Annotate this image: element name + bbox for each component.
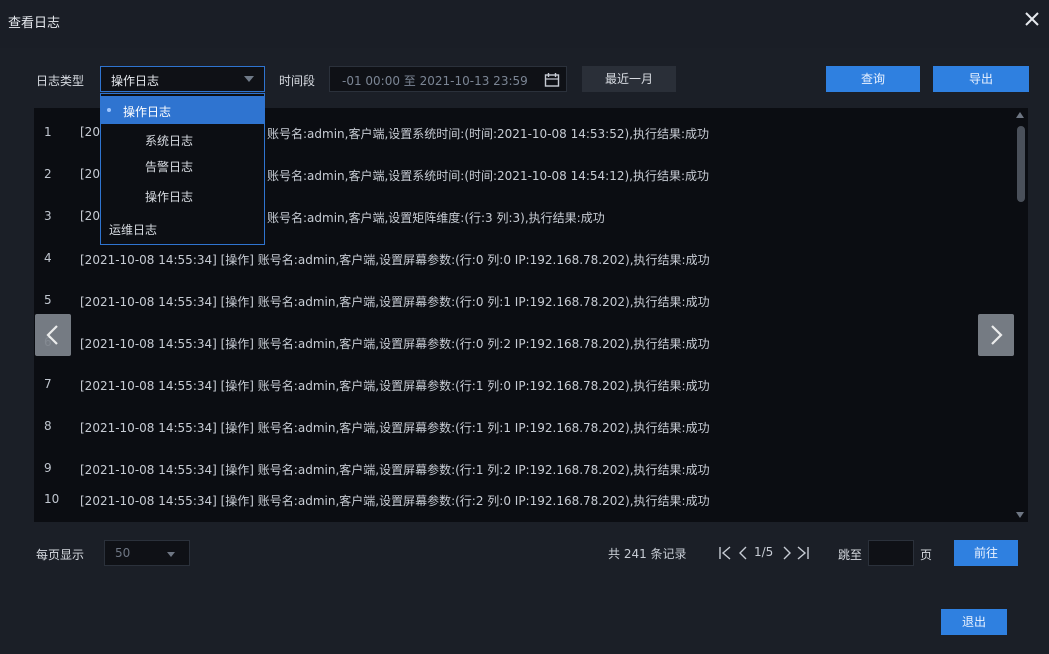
row-index: 3 xyxy=(44,209,52,223)
page-size-value: 50 xyxy=(115,546,131,560)
row-text: [2021-10-08 14:55:34] [操作] 账号名:admin,客户端… xyxy=(80,463,710,477)
chevron-right-icon xyxy=(991,325,1003,345)
log-type-dropdown[interactable]: 操作日志 系统日志 告警日志 操作日志 运维日志 xyxy=(100,93,265,245)
scroll-up-arrow-icon[interactable] xyxy=(1016,112,1024,118)
row-prefix: [20 xyxy=(80,209,100,223)
log-type-value: 操作日志 xyxy=(111,74,160,88)
dropdown-item-alarm-log[interactable]: 告警日志 xyxy=(101,154,264,182)
prev-arrow-button[interactable] xyxy=(35,314,71,356)
log-row[interactable]: 5 [2021-10-08 14:55:34] [操作] 账号名:admin,客… xyxy=(34,280,1014,322)
last-page-icon[interactable] xyxy=(796,546,810,560)
row-text: 账号名:admin,客户端,设置系统时间:(时间:2021-10-08 14:5… xyxy=(267,127,710,141)
export-button[interactable]: 导出 xyxy=(933,66,1029,92)
dropdown-item-label: 告警日志 xyxy=(145,160,194,174)
row-text: [2021-10-08 14:55:34] [操作] 账号名:admin,客户端… xyxy=(80,337,710,351)
calendar-icon[interactable] xyxy=(544,72,560,87)
per-page-label: 每页显示 xyxy=(36,548,85,562)
row-index: 7 xyxy=(44,377,52,391)
title-bar: 查看日志 xyxy=(0,0,1049,48)
exit-button[interactable]: 退出 xyxy=(941,609,1007,635)
dropdown-item-operation-log-2[interactable]: 操作日志 xyxy=(101,186,264,214)
dropdown-item-system-log[interactable]: 系统日志 xyxy=(101,124,264,152)
chevron-down-icon xyxy=(244,76,254,82)
row-text: [2021-10-08 14:55:34] [操作] 账号名:admin,客户端… xyxy=(80,494,710,508)
first-page-icon[interactable] xyxy=(718,546,732,560)
row-text: [2021-10-08 14:55:34] [操作] 账号名:admin,客户端… xyxy=(80,295,710,309)
log-row[interactable]: 10 [2021-10-08 14:55:34] [操作] 账号名:admin,… xyxy=(34,479,1014,521)
row-prefix: [20 xyxy=(80,125,100,139)
jump-label: 跳至 xyxy=(838,548,863,562)
chevron-down-icon xyxy=(167,552,175,557)
dropdown-item-operation-log[interactable]: 操作日志 xyxy=(101,96,264,124)
log-row[interactable]: 8 [2021-10-08 14:55:34] [操作] 账号名:admin,客… xyxy=(34,406,1014,448)
log-type-label: 日志类型 xyxy=(36,74,85,88)
window-title: 查看日志 xyxy=(8,16,61,31)
chevron-left-icon xyxy=(46,325,58,345)
jump-page-input[interactable] xyxy=(868,540,914,566)
dropdown-item-label: 运维日志 xyxy=(109,223,158,237)
log-type-select[interactable]: 操作日志 xyxy=(100,66,265,92)
row-index: 10 xyxy=(44,492,60,506)
date-range-picker[interactable]: -01 00:00 至 2021-10-13 23:59 xyxy=(329,66,567,92)
row-text: [2021-10-08 14:55:34] [操作] 账号名:admin,客户端… xyxy=(80,253,710,267)
log-row[interactable]: 6 [2021-10-08 14:55:34] [操作] 账号名:admin,客… xyxy=(34,322,1014,364)
next-arrow-button[interactable] xyxy=(978,314,1014,356)
row-text: [2021-10-08 14:55:34] [操作] 账号名:admin,客户端… xyxy=(80,421,710,435)
dropdown-item-label: 操作日志 xyxy=(123,105,172,119)
row-index: 4 xyxy=(44,251,52,265)
query-button[interactable]: 查询 xyxy=(826,66,920,92)
page-indicator: 1/5 xyxy=(754,545,774,559)
row-index: 9 xyxy=(44,461,52,475)
prev-page-icon[interactable] xyxy=(737,546,749,560)
page-unit-label: 页 xyxy=(920,548,933,562)
row-text: 账号名:admin,客户端,设置矩阵维度:(行:3 列:3),执行结果:成功 xyxy=(267,211,605,225)
row-index: 8 xyxy=(44,419,52,433)
go-button[interactable]: 前往 xyxy=(954,540,1018,566)
date-range-text: -01 00:00 至 2021-10-13 23:59 xyxy=(342,74,528,88)
record-count: 共 241 条记录 xyxy=(608,547,687,561)
log-row[interactable]: 7 [2021-10-08 14:55:34] [操作] 账号名:admin,客… xyxy=(34,364,1014,406)
row-index: 2 xyxy=(44,167,52,181)
next-page-icon[interactable] xyxy=(781,546,793,560)
scrollbar-thumb[interactable] xyxy=(1017,126,1025,202)
close-icon[interactable] xyxy=(1021,8,1043,30)
dropdown-item-maintenance-log[interactable]: 运维日志 xyxy=(101,216,264,244)
log-scrollbar[interactable] xyxy=(1014,108,1028,522)
selected-dot-icon xyxy=(107,108,111,112)
dropdown-item-label: 操作日志 xyxy=(145,190,194,204)
page-size-select[interactable]: 50 xyxy=(104,540,190,566)
recent-month-button[interactable]: 最近一月 xyxy=(582,66,676,92)
row-text: [2021-10-08 14:55:34] [操作] 账号名:admin,客户端… xyxy=(80,379,710,393)
row-text: 账号名:admin,客户端,设置系统时间:(时间:2021-10-08 14:5… xyxy=(267,169,710,183)
row-index: 1 xyxy=(44,125,52,139)
dropdown-item-label: 系统日志 xyxy=(145,134,194,148)
time-range-label: 时间段 xyxy=(279,74,316,88)
scroll-down-arrow-icon[interactable] xyxy=(1016,512,1024,518)
row-prefix: [20 xyxy=(80,167,100,181)
row-index: 5 xyxy=(44,293,52,307)
